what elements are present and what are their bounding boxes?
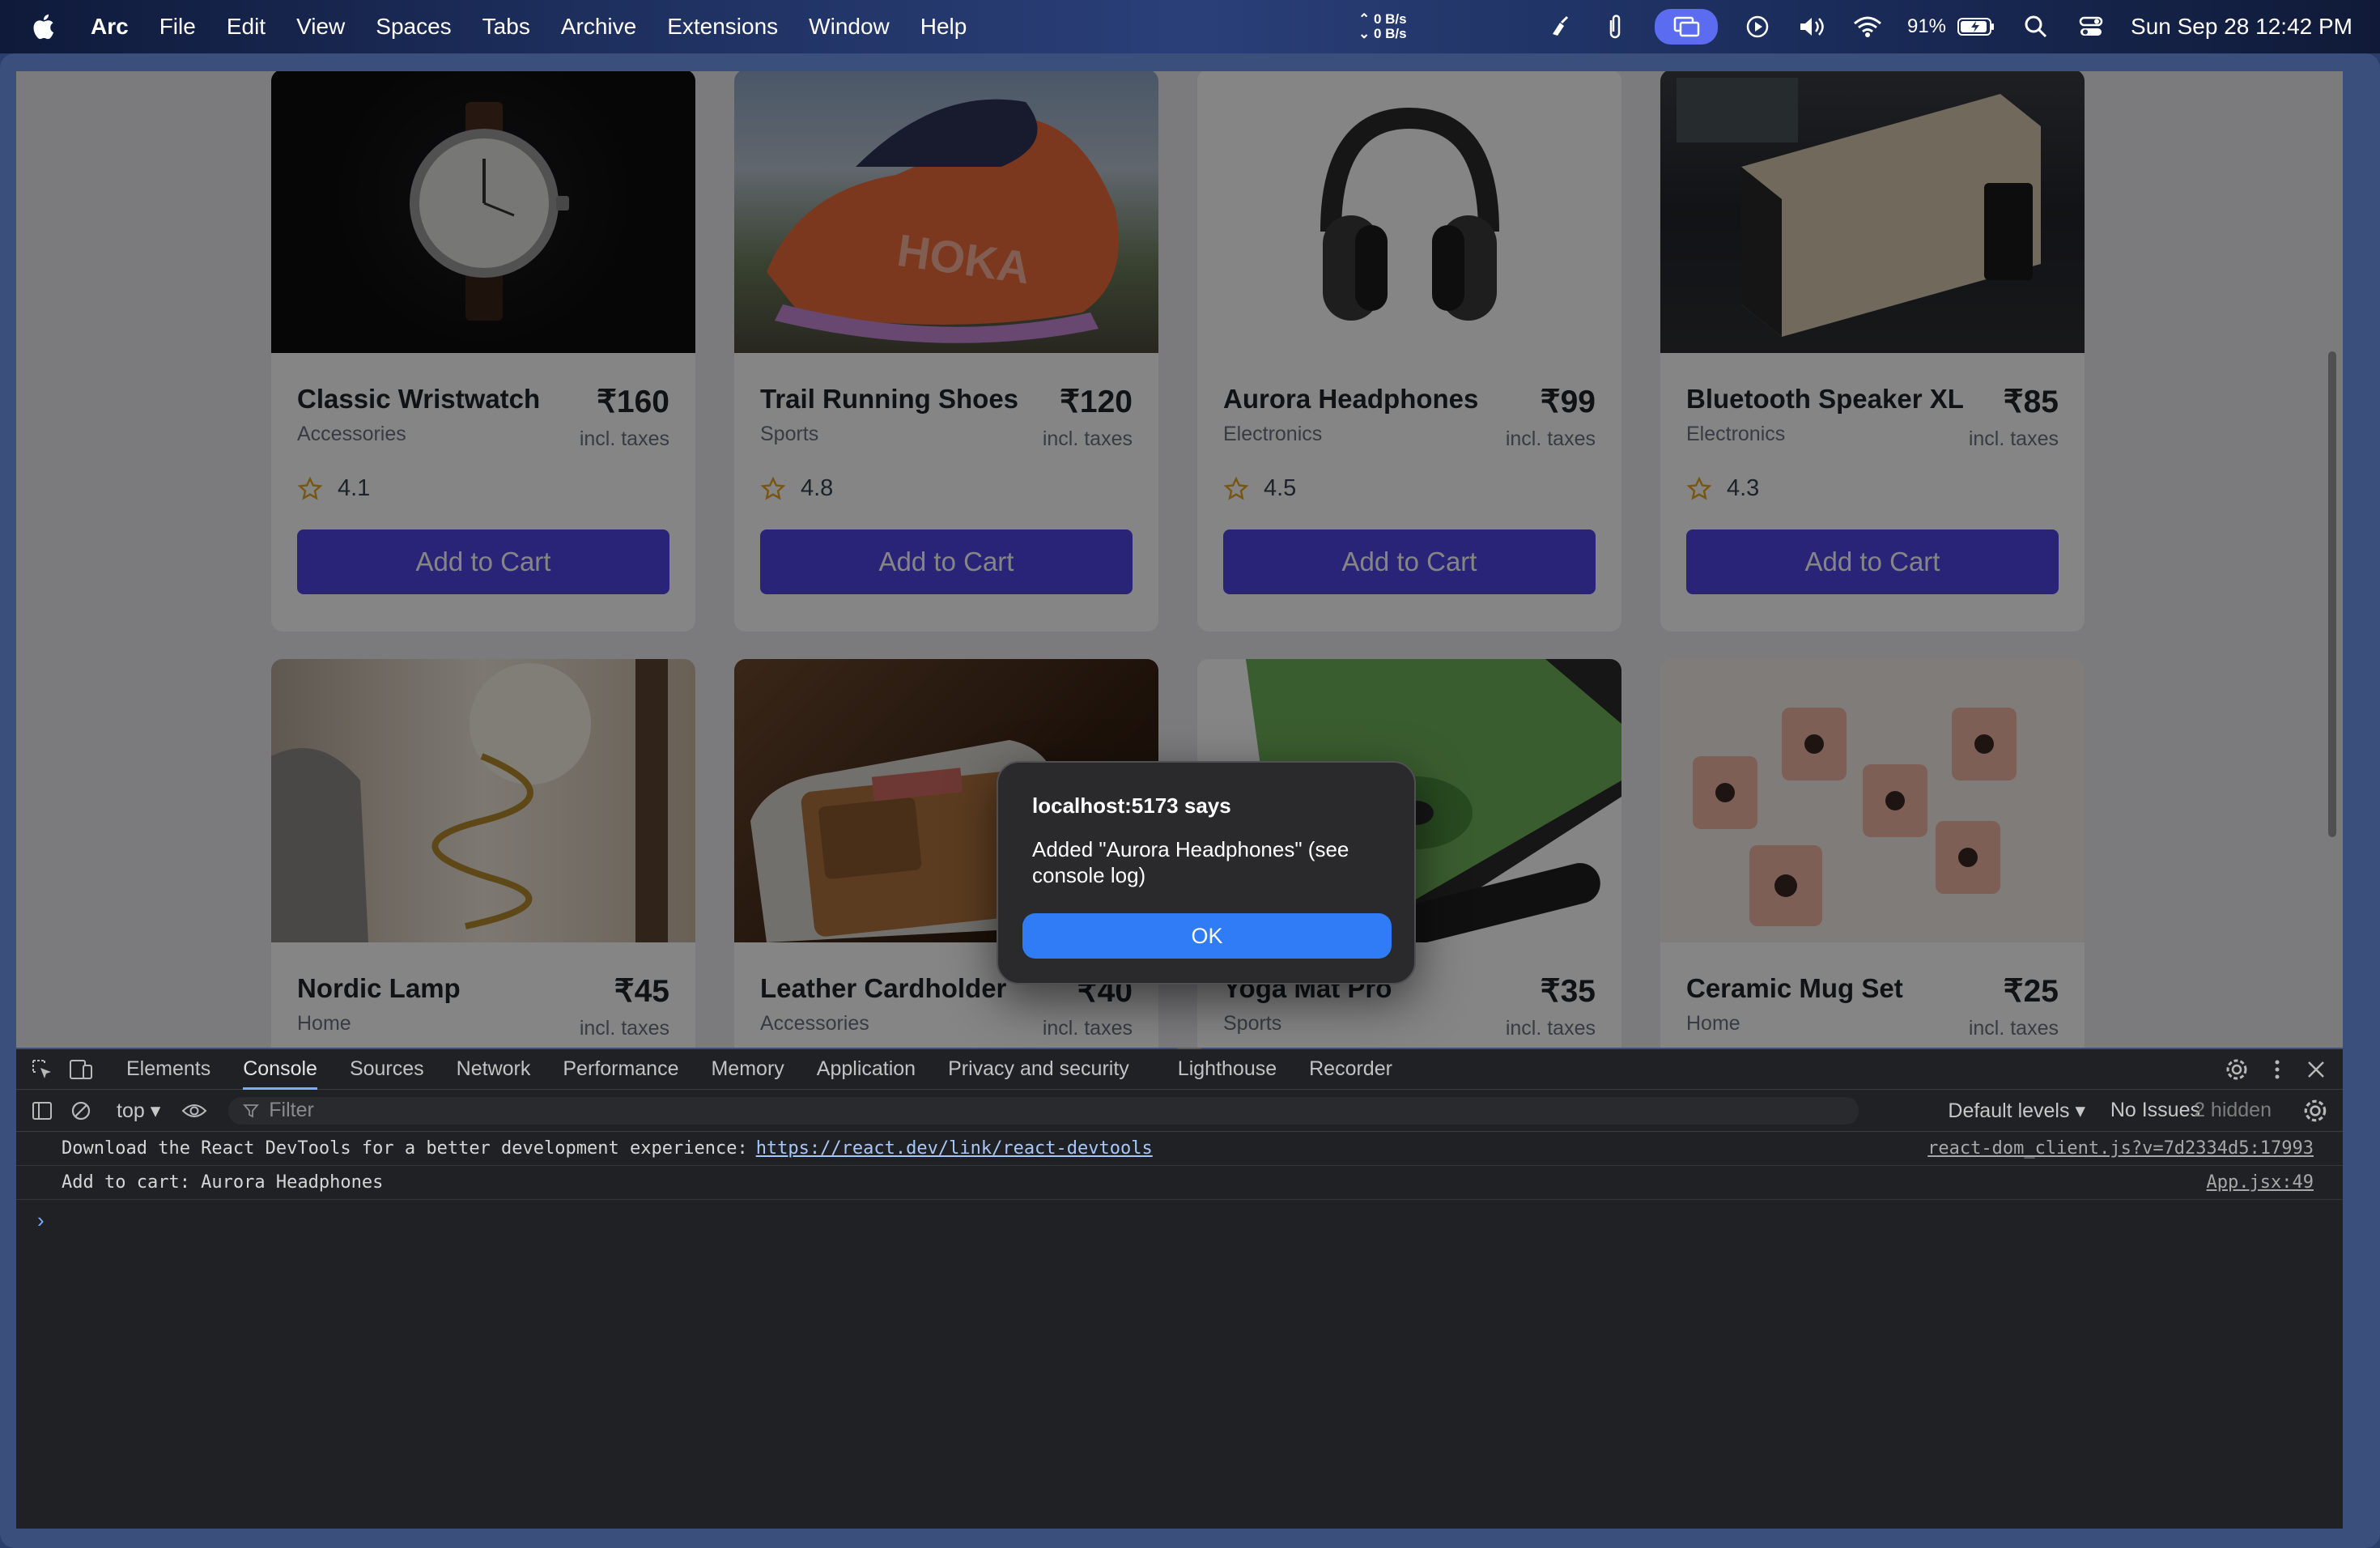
alert-message: Added "Aurora Headphones" (see console l… [1032, 837, 1349, 887]
net-up-rate: 0 B/s [1373, 11, 1407, 27]
wifi-icon[interactable] [1852, 11, 1883, 42]
alert-dialog: localhost:5173 says Added "Aurora Headph… [997, 761, 1416, 985]
menu-tabs[interactable]: Tabs [482, 14, 530, 40]
log-levels-value: Default levels [1948, 1099, 2070, 1122]
dropdown-arrow-icon: ▾ [2075, 1099, 2085, 1122]
clear-console-icon[interactable] [68, 1098, 94, 1124]
live-expression-eye-icon[interactable] [181, 1098, 207, 1124]
alert-ok-button[interactable]: OK [1022, 913, 1392, 959]
menu-edit[interactable]: Edit [227, 14, 266, 40]
network-monitor[interactable]: ⌃ 0 B/s ⌄ 0 B/s [1358, 12, 1431, 41]
net-up-arrow-icon: ⌃ [1358, 11, 1374, 27]
sidebar-toggle-icon[interactable] [29, 1098, 55, 1124]
tab-performance[interactable]: Performance [563, 1049, 678, 1090]
more-options-icon[interactable] [2273, 1057, 2281, 1082]
search-icon[interactable] [2021, 11, 2051, 42]
log-link[interactable]: https://react.dev/link/react-devtools [756, 1138, 1153, 1159]
tab-memory[interactable]: Memory [711, 1049, 784, 1090]
battery-icon[interactable] [1956, 11, 1996, 42]
screen-mirror-icon[interactable] [1654, 9, 1718, 45]
menu-view[interactable]: View [296, 14, 345, 40]
menu-extensions[interactable]: Extensions [667, 14, 778, 40]
dropdown-arrow-icon: ▾ [150, 1099, 161, 1122]
settings-gear-icon[interactable] [2225, 1057, 2249, 1082]
device-toolbar-icon[interactable] [68, 1057, 94, 1082]
hidden-messages-count: 2 hidden [2194, 1099, 2272, 1121]
tab-recorder[interactable]: Recorder [1309, 1049, 1392, 1090]
macos-menu-bar: Arc File Edit View Spaces Tabs Archive E… [0, 0, 2380, 53]
menu-app-arc[interactable]: Arc [91, 14, 129, 40]
log-levels-dropdown[interactable]: Default levels ▾ [1948, 1099, 2085, 1123]
console-message: Download the React DevTools for a better… [16, 1132, 2343, 1166]
context-value: top [117, 1099, 145, 1122]
web-viewport: Classic Wristwatch Accessories ₹160 incl… [16, 71, 2343, 1048]
tab-lighthouse[interactable]: Lighthouse [1178, 1049, 1277, 1090]
console-toolbar: top ▾ Filter Default levels ▾ No Issues … [16, 1090, 2343, 1132]
battery-percent: 91% [1906, 15, 1947, 37]
control-center-icon[interactable] [2076, 11, 2106, 42]
devtools-panel: Elements Console Sources Network Perform… [16, 1049, 2343, 1529]
menu-help[interactable]: Help [920, 14, 967, 40]
alert-title: localhost:5173 says [1032, 793, 1231, 818]
console-prompt[interactable]: › [16, 1200, 2343, 1240]
close-icon[interactable] [2306, 1059, 2327, 1080]
console-message: Add to cart: Aurora Headphones App.jsx:4… [16, 1166, 2343, 1200]
prompt-chevron-icon: › [37, 1207, 45, 1232]
net-down-arrow-icon: ⌄ [1358, 26, 1374, 41]
log-source-link[interactable]: react-dom_client.js?v=7d2334d5:17993 [1927, 1138, 2314, 1159]
browser-window: Classic Wristwatch Accessories ₹160 incl… [0, 53, 2380, 1548]
apple-icon[interactable] [31, 13, 55, 40]
devtools-tab-bar: Elements Console Sources Network Perform… [16, 1049, 2343, 1090]
tab-network[interactable]: Network [457, 1049, 531, 1090]
paperclip-icon[interactable] [1600, 11, 1630, 42]
console-filter-input[interactable]: Filter [228, 1096, 1859, 1125]
context-selector[interactable]: top ▾ [117, 1099, 160, 1123]
menu-clock[interactable]: Sun Sep 28 12:42 PM [2131, 14, 2352, 40]
menu-window[interactable]: Window [809, 14, 890, 40]
log-text: Download the React DevTools for a better… [62, 1138, 748, 1159]
log-source-link[interactable]: App.jsx:49 [2207, 1172, 2314, 1193]
tab-sources[interactable]: Sources [350, 1049, 424, 1090]
filter-placeholder: Filter [269, 1099, 314, 1121]
page-scrollbar[interactable] [2328, 351, 2336, 837]
menu-archive[interactable]: Archive [561, 14, 636, 40]
console-settings-gear-icon[interactable] [2302, 1098, 2328, 1124]
tab-application[interactable]: Application [817, 1049, 916, 1090]
menu-spaces[interactable]: Spaces [376, 14, 451, 40]
tab-privacy-security[interactable]: Privacy and security [948, 1049, 1129, 1090]
issues-counter[interactable]: No Issues [2110, 1099, 2200, 1122]
tab-console[interactable]: Console [243, 1049, 317, 1090]
filter-funnel-icon [243, 1104, 260, 1117]
tab-elements[interactable]: Elements [126, 1049, 210, 1090]
net-down-rate: 0 B/s [1373, 26, 1407, 41]
log-text: Add to cart: Aurora Headphones [62, 1172, 384, 1193]
broom-icon[interactable] [1545, 11, 1575, 42]
volume-icon[interactable] [1797, 11, 1828, 42]
play-icon[interactable] [1742, 11, 1773, 42]
inspect-element-icon[interactable] [29, 1057, 55, 1082]
menu-file[interactable]: File [159, 14, 196, 40]
